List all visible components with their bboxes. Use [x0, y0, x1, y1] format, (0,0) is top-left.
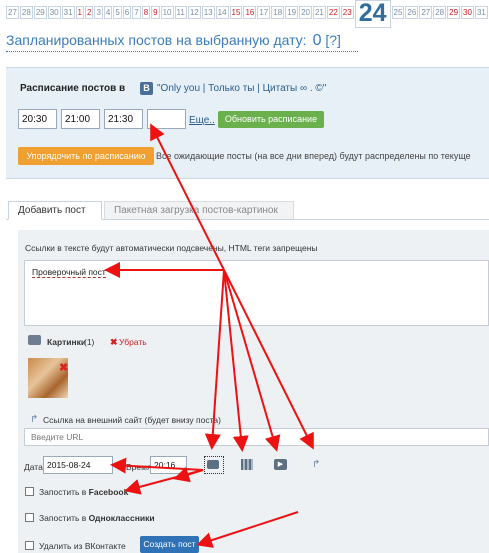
arrow-to-camera — [204, 269, 225, 450]
annotation-arrows — [104, 123, 314, 548]
arrow-to-time-input — [173, 466, 204, 483]
arrow-to-create — [196, 511, 299, 548]
arrow-to-film — [223, 269, 249, 452]
arrow-to-time — [150, 123, 225, 271]
arrow-to-date — [110, 457, 204, 474]
